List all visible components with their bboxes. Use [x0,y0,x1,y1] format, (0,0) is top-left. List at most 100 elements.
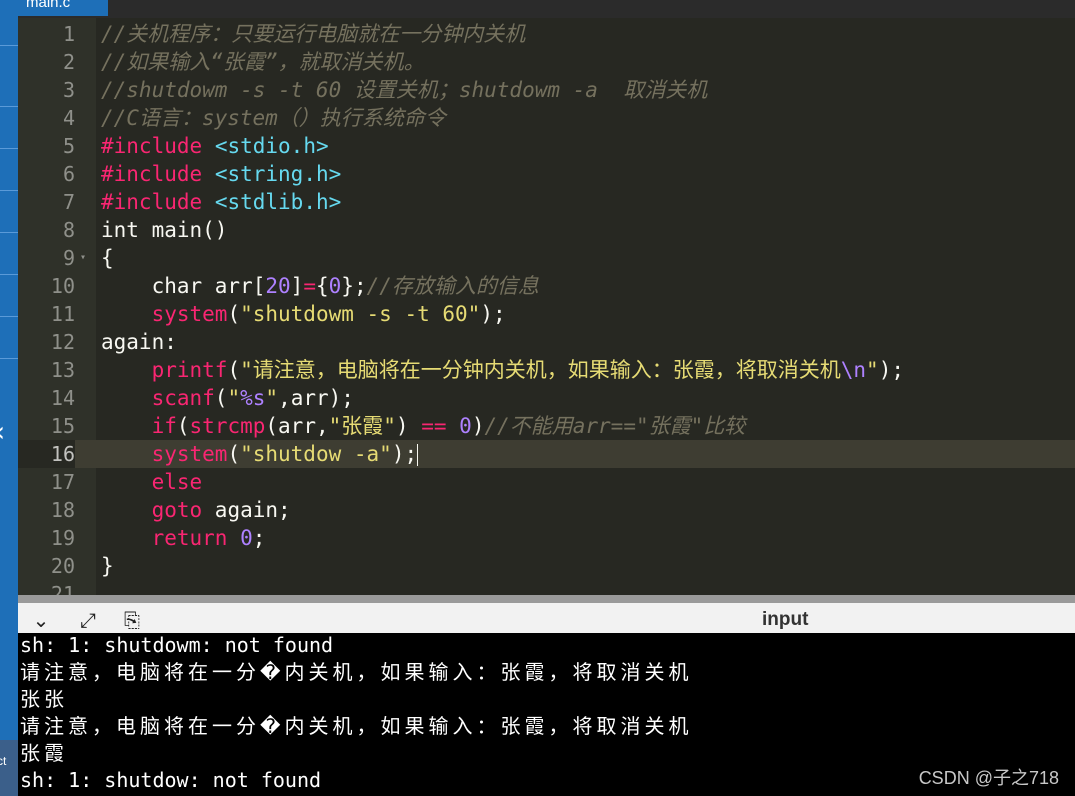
line-number: 4 [62,106,75,130]
code-token: return [151,526,228,550]
line-number: 2 [62,50,75,74]
code-token: ( [227,442,241,466]
code-text: printf("请注意，电脑将在一分钟内关机，如果输入：张霞，将取消关机\n")… [101,356,904,384]
code-line: 20} [18,552,1075,580]
code-text: #include <stdio.h> [101,132,329,160]
code-text: system("shutdowm -s -t 60"); [101,300,506,328]
code-token: again: [101,330,177,354]
line-number: 20 [50,554,75,578]
code-token: #include [101,190,203,214]
terminal-line: sh: 1: shutdowm: not found [20,633,334,657]
code-token: "shutdow -a" [240,442,392,466]
code-line: 4 //C语言：system（）执行系统命令 [18,104,1075,132]
chevron-left-icon[interactable]: ‹ [0,418,5,446]
code-token: //shutdowm -s -t 60 设置关机；shutdowm -a 取消关… [101,78,708,102]
code-line: 7 #include <stdlib.h> [18,188,1075,216]
line-number: 14 [50,386,75,410]
code-token: //C语言：system（）执行系统命令 [101,106,446,130]
code-token: 0 [240,526,253,550]
code-token: }; [341,274,367,298]
code-editor[interactable]: 1 //关机程序：只要运行电脑就在一分钟内关机 2 //如果输入“张霞”，就取消关机。… [18,18,1075,595]
line-number: 16 [18,440,75,468]
code-line: 2 //如果输入“张霞”，就取消关机。 [18,48,1075,76]
watermark: CSDN @子之718 [918,768,1059,788]
code-text: again: [101,328,177,356]
line-number: 12 [50,330,75,354]
code-text: { [101,244,114,272]
code-token: \n [840,358,867,382]
left-bottom-label: ct [0,754,7,768]
tab-main-c[interactable]: main.c [18,0,108,16]
code-line: 18 goto again; [18,496,1075,524]
chevron-down-icon[interactable]: ⌄ [28,607,54,633]
clipboard-person-icon[interactable]: ⎘ [119,607,145,633]
code-text: return 0; [101,524,266,552]
code-token: = [303,274,316,298]
code-token: if [151,414,177,438]
code-line: 19 return 0; [18,524,1075,552]
expand-arrows-icon[interactable]: ⤢ [75,607,101,633]
code-line: 14 scanf("%s",arr); [18,384,1075,412]
code-token: strcmp [189,414,266,438]
code-line: 8 int main() [18,216,1075,244]
terminal-line: sh: 1: shutdow: not found [20,768,322,792]
code-token: system [151,442,228,466]
line-number: 1 [62,22,75,46]
code-token: #include [101,162,203,186]
code-token: <stdlib.h> [214,190,342,214]
line-number: 3 [62,78,75,102]
code-text: #include <string.h> [101,160,341,188]
code-line: 13 printf("请注意，电脑将在一分钟内关机，如果输入：张霞，将取消关机\… [18,356,1075,384]
code-token: ( [227,358,241,382]
code-token: ); [878,358,904,382]
code-text: //shutdowm -s -t 60 设置关机；shutdowm -a 取消关… [101,76,707,104]
code-text: if(strcmp(arr,"张霞") == 0)//不能用arr=="张霞"比… [101,412,746,440]
code-token: ( [214,386,228,410]
code-token: <string.h> [214,162,342,186]
code-token: { [315,274,329,298]
code-token: printf [151,358,228,382]
terminal-line: 张张 [20,687,68,711]
line-number: 11 [50,302,75,326]
line-number: 9 [62,246,75,270]
code-text: //关机程序：只要运行电脑就在一分钟内关机 [101,20,525,48]
code-line: 11 system("shutdowm -s -t 60"); [18,300,1075,328]
fold-arrow-icon[interactable]: ▾ [80,244,86,272]
code-token: //不能用arr=="张霞"比较 [484,414,746,438]
code-line: 1 //关机程序：只要运行电脑就在一分钟内关机 [18,20,1075,48]
code-text: goto again; [101,496,291,524]
code-text: else [101,468,203,496]
code-text: int main() [101,216,227,244]
code-text: #include <stdlib.h> [101,188,341,216]
code-token: ; [252,526,266,550]
line-number: 7 [62,190,75,214]
left-bottom-button[interactable]: ct [0,740,18,796]
terminal-output[interactable]: sh: 1: shutdowm: not found 请注意，电脑将在一分�内关机… [18,633,1075,796]
code-token: " [265,386,279,410]
code-line: 16 system("shutdow -a"); [18,440,1075,468]
code-line: 21 [18,580,1075,595]
terminal-line: 请注意，电脑将在一分�内关机，如果输入：张霞，将取消关机 [20,714,693,738]
code-token: ); [480,302,506,326]
code-text: } [101,552,114,580]
code-line: 9 ▾ { [18,244,1075,272]
code-token: " [866,358,879,382]
code-token: else [151,470,203,494]
code-token: " [227,386,241,410]
code-text: //C语言：system（）执行系统命令 [101,104,446,132]
code-token: ] [290,274,304,298]
code-token: #include [101,134,203,158]
code-token: ( [227,302,241,326]
code-token: "张霞" [328,414,396,438]
code-line: 10 char arr[20]={0};//存放输入的信息 [18,272,1075,300]
line-number: 19 [50,526,75,550]
line-number: 8 [62,218,75,242]
